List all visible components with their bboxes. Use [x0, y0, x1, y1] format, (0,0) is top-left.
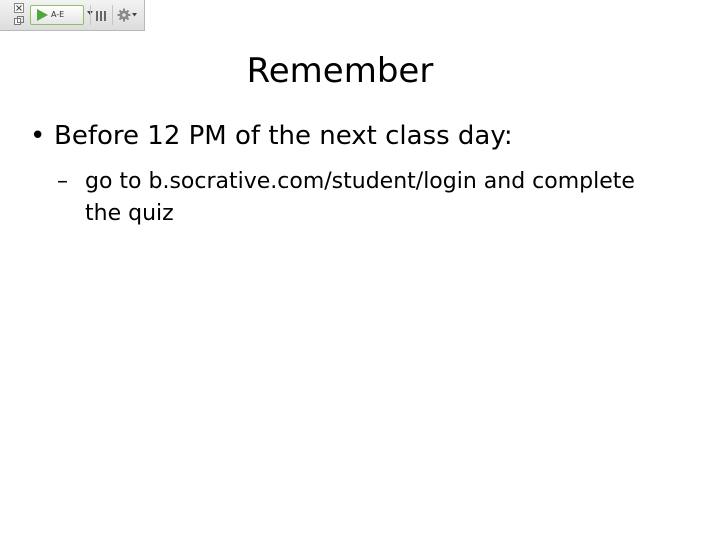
sub-bullet-text: go to b.socrative.com/student/login and …: [85, 169, 635, 226]
bullet-marker: •: [30, 121, 46, 151]
toolbar-divider: [112, 5, 113, 25]
bar-chart-icon[interactable]: [94, 8, 108, 22]
toolbar-divider: [90, 5, 91, 25]
bullet-text: Before 12 PM of the next class day:: [54, 121, 513, 151]
play-icon: [37, 9, 48, 21]
restore-icon[interactable]: [14, 16, 24, 26]
close-icon[interactable]: [14, 3, 24, 13]
range-label: A-E: [51, 10, 65, 19]
gear-icon[interactable]: [117, 7, 139, 23]
slide-title: Remember: [246, 51, 434, 91]
play-range-button[interactable]: A-E: [30, 5, 84, 25]
sub-bullet-marker: –: [57, 169, 68, 194]
presentation-toolbar: A-E: [0, 0, 145, 31]
